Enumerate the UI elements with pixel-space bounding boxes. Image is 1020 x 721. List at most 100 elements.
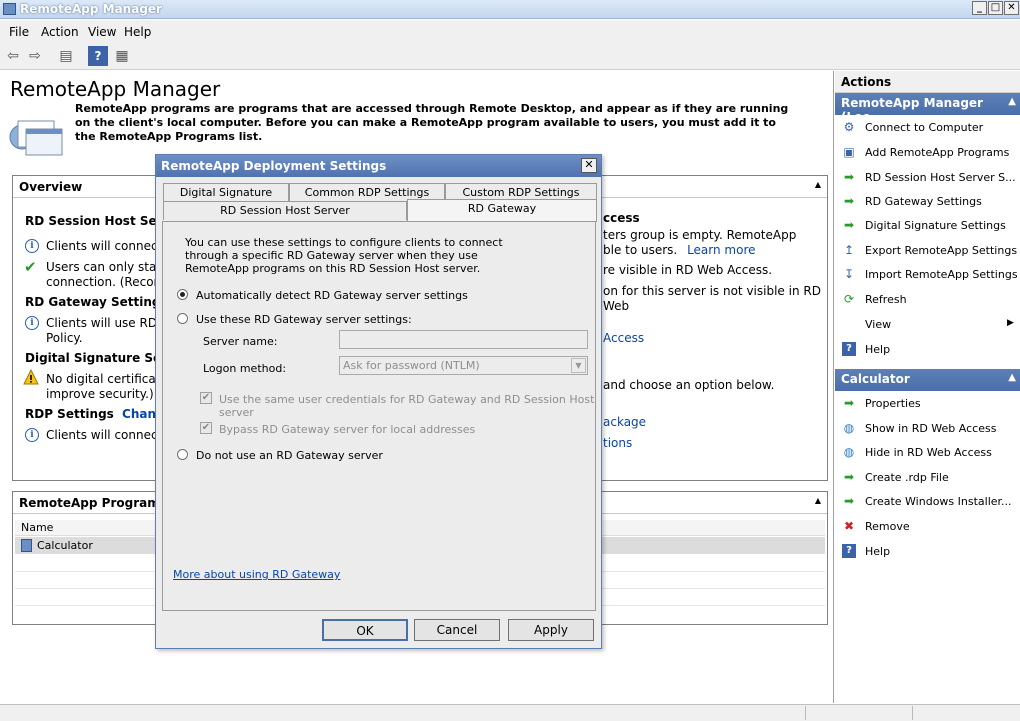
info-icon: i [25,239,39,253]
tab-rd-session-host-server[interactable]: RD Session Host Server [163,201,407,220]
rdp-title-text: RDP Settings [25,407,114,421]
actions-pane: Actions RemoteApp Manager (Loc... ▲ ⚙ Con… [835,71,1020,703]
apply-button[interactable]: Apply [508,619,594,641]
menu-action[interactable]: Action [41,25,79,39]
help-icon: ? [842,342,856,356]
menu-help[interactable]: Help [124,25,151,39]
status-divider [912,706,913,720]
gateway-description: You can use these settings to configure … [185,236,503,275]
action-digital-signature-settings[interactable]: ➡ Digital Signature Settings [835,215,1020,237]
rd-web-access-link[interactable]: Access [603,331,644,346]
minimize-button[interactable]: _ [972,1,987,15]
action-rdsh-settings[interactable]: ➡ RD Session Host Server S... [835,167,1020,189]
label-do-not-use[interactable]: Do not use an RD Gateway server [196,449,383,462]
toolbar: ⇦ ⇨ ▤ ? ▦ [0,42,1020,70]
globe-icon: ◍ [843,421,855,435]
gw-title-text: RD Gateway Settings [25,295,168,309]
warning-icon [23,368,39,385]
menu-bar: File Action View Help [0,20,1020,42]
forward-arrow-icon[interactable]: ⇨ [25,46,45,66]
status-bar [0,704,1020,721]
cancel-button[interactable]: Cancel [414,619,500,641]
group-label: Calculator [841,372,910,386]
show-hide-action-pane-icon[interactable]: ▦ [112,46,132,66]
action-connect-to-computer[interactable]: ⚙ Connect to Computer [835,117,1020,139]
actions-group-remoteapp-manager[interactable]: RemoteApp Manager (Loc... ▲ [835,93,1020,124]
action-show-in-web-access[interactable]: ◍ Show in RD Web Access [835,418,1020,440]
app-icon [3,3,16,15]
export-icon: ↥ [843,243,855,257]
connect-icon: ⚙ [843,120,855,134]
action-create-windows-installer[interactable]: ➡ Create Windows Installer... [835,491,1020,513]
restore-button[interactable]: □ [988,1,1003,15]
action-add-remoteapp-programs[interactable]: ▣ Add RemoteApp Programs [835,142,1020,164]
label-auto-detect[interactable]: Automatically detect RD Gateway server s… [196,289,468,302]
green-arrow-icon: ➡ [843,194,855,208]
deployment-settings-dialog: RemoteApp Deployment Settings ✕ Digital … [155,154,602,649]
back-arrow-icon[interactable]: ⇦ [3,46,23,66]
action-rd-gateway-settings[interactable]: ➡ RD Gateway Settings [835,191,1020,213]
right-access-title: ccess [603,211,640,225]
server-name-input[interactable] [339,330,588,349]
refresh-icon: ⟳ [843,292,855,306]
add-program-icon: ▣ [843,145,855,159]
action-remove[interactable]: ✖ Remove [835,516,1020,538]
options-link[interactable]: tions [603,436,632,451]
action-export-settings[interactable]: ↥ Export RemoteApp Settings [835,240,1020,262]
learn-more-link[interactable]: Learn more [687,243,755,257]
collapse-icon[interactable]: ▲ [1008,372,1016,383]
action-help[interactable]: ? Help [835,339,1020,361]
radio-do-not-use[interactable] [177,449,188,460]
info-icon: i [25,316,39,330]
checkbox-same-credentials[interactable]: ✔ [200,392,212,404]
intro-text: RemoteApp programs are programs that are… [75,102,789,143]
action-create-rdp-file[interactable]: ➡ Create .rdp File [835,467,1020,489]
help-icon[interactable]: ? [88,46,108,66]
dialog-title: RemoteApp Deployment Settings [161,159,387,173]
dialog-close-button[interactable]: ✕ [581,158,597,173]
collapse-icon[interactable]: ▲ [815,496,821,505]
collapse-icon[interactable]: ▲ [1008,96,1016,107]
ok-button[interactable]: OK [322,619,408,641]
action-properties[interactable]: ➡ Properties [835,393,1020,415]
import-icon: ↧ [843,267,855,281]
right-line1: ters group is empty. RemoteApp [603,228,797,242]
overview-header-label: Overview [19,180,83,194]
logon-method-select[interactable]: Ask for password (NTLM) ▼ [339,356,588,375]
show-hide-console-tree-icon[interactable]: ▤ [56,46,76,66]
radio-auto-detect[interactable] [177,289,188,300]
action-view[interactable]: View ▶ [835,314,1020,336]
tab-rd-gateway[interactable]: RD Gateway [407,199,597,222]
right-line3: re visible in RD Web Access. [603,263,773,277]
action-help-calculator[interactable]: ? Help [835,541,1020,563]
column-name-header[interactable]: Name [21,521,53,534]
right-line2-text: ble to users. [603,243,678,257]
logon-method-label: Logon method: [203,362,287,375]
gw-line1a: Clients will use RD G [46,316,171,330]
close-button[interactable]: ✕ [1004,1,1019,15]
actions-title: Actions [835,71,1020,93]
green-arrow-icon: ➡ [843,218,855,232]
green-arrow-icon: ➡ [843,494,855,508]
page-title: RemoteApp Manager [10,77,221,101]
radio-use-settings[interactable] [177,313,188,324]
menu-view[interactable]: View [88,25,116,39]
package-link[interactable]: ackage [603,415,646,430]
more-about-rd-gateway-link[interactable]: More about using RD Gateway [173,568,340,581]
remoteapp-logo-icon [8,107,66,163]
label-use-settings[interactable]: Use these RD Gateway server settings: [196,313,412,326]
action-refresh[interactable]: ⟳ Refresh [835,289,1020,311]
program-name: Calculator [37,539,93,552]
actions-group-calculator[interactable]: Calculator ▲ [835,369,1020,391]
checkbox-bypass-local[interactable]: ✔ [200,422,212,434]
action-import-settings[interactable]: ↧ Import RemoteApp Settings [835,264,1020,286]
help-icon: ? [842,544,856,558]
globe-icon: ◍ [843,445,855,459]
sig-line1a: No digital certificate [46,372,168,386]
label-bypass-local: Bypass RD Gateway server for local addre… [219,423,476,436]
tab-digital-signature[interactable]: Digital Signature [163,183,289,202]
menu-file[interactable]: File [9,25,29,39]
collapse-icon[interactable]: ▲ [815,180,821,189]
action-hide-in-web-access[interactable]: ◍ Hide in RD Web Access [835,442,1020,464]
sig-line1b: improve security.) [46,387,154,401]
